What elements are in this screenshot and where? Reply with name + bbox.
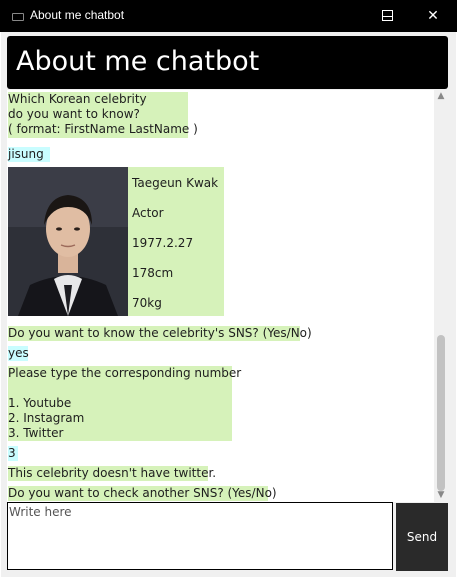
user-message: jisung (8, 147, 50, 162)
celebrity-name: Taegeun Kwak (132, 176, 219, 190)
bot-message: This celebrity doesn't have twitter. (8, 466, 217, 481)
celebrity-weight: 70kg (132, 296, 162, 310)
page-title: About me chatbot (16, 46, 260, 77)
celebrity-job: Actor (132, 206, 164, 220)
portrait-image (8, 167, 128, 316)
bot-message: Please type the corresponding number 1. … (8, 366, 242, 441)
scroll-down-icon[interactable]: ▼ (436, 490, 446, 500)
bot-message: Which Korean celebrity do you want to kn… (8, 92, 198, 138)
celebrity-birth: 1977.2.27 (132, 236, 194, 250)
celebrity-info: Taegeun Kwak Actor 1977.2.27 178cm 70kg (128, 167, 224, 316)
chat-log[interactable]: Which Korean celebrity do you want to kn… (7, 90, 434, 502)
celebrity-photo (8, 167, 128, 316)
celebrity-height: 178cm (132, 266, 174, 280)
send-button[interactable]: Send (396, 503, 448, 571)
scrollbar-thumb[interactable] (437, 335, 445, 491)
close-icon: ✕ (427, 8, 439, 24)
user-message: 3 (8, 446, 18, 461)
window-title: About me chatbot (30, 8, 125, 22)
maximize-button-box[interactable] (364, 0, 410, 32)
bot-message: Do you want to check another SNS? (Yes/N… (8, 486, 277, 501)
maximize-icon (382, 10, 393, 21)
close-button[interactable]: ✕ (410, 0, 456, 32)
message-input[interactable] (7, 502, 393, 570)
scroll-up-icon[interactable]: ▲ (436, 91, 446, 101)
app-icon (12, 13, 24, 21)
app-header: About me chatbot (7, 36, 448, 89)
bot-message: Do you want to know the celebrity's SNS?… (8, 326, 312, 341)
chat-scrollbar[interactable]: ▲ ▼ (434, 90, 448, 502)
user-message: yes (8, 346, 29, 361)
